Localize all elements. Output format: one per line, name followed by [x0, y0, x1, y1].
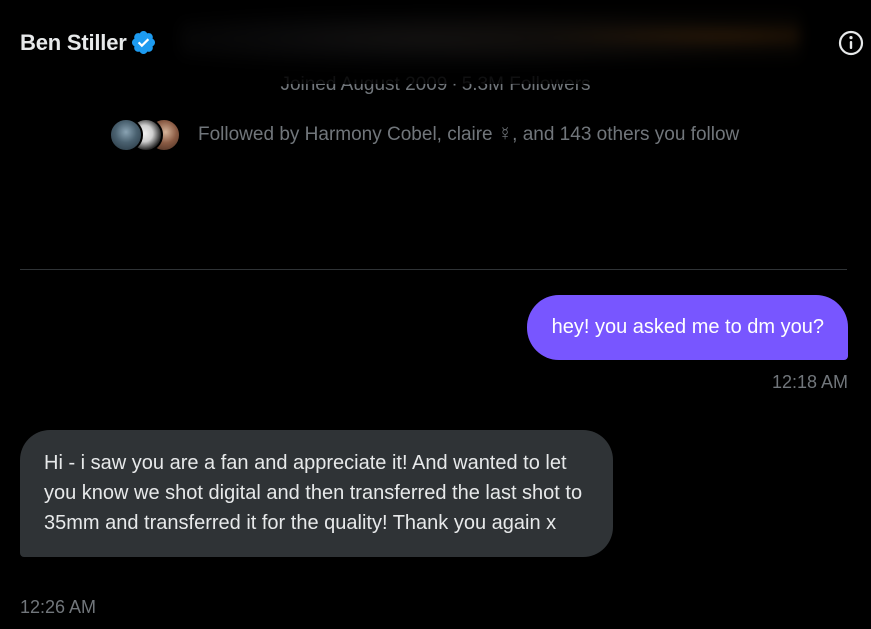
- header-banner-blur: [180, 8, 800, 70]
- followed-by-row[interactable]: Followed by Harmony Cobel, claire ☿, and…: [109, 118, 739, 152]
- incoming-message-bubble[interactable]: Hi - i saw you are a fan and appreciate …: [20, 430, 613, 557]
- message-timestamp: 12:18 AM: [771, 372, 848, 392]
- follower-avatars: [109, 118, 181, 152]
- conversation-header: Ben Stiller: [0, 0, 871, 84]
- contact-name[interactable]: Ben Stiller: [20, 30, 127, 56]
- info-icon[interactable]: [836, 28, 866, 58]
- followed-by-text: Followed by Harmony Cobel, claire ☿, and…: [198, 124, 740, 145]
- message-timestamp: 12:26 AM: [20, 597, 97, 617]
- verified-badge-icon: [131, 30, 155, 55]
- dm-conversation: Joined August 2009 · 5.3M Followers Ben St…: [0, 0, 871, 629]
- outgoing-message-bubble[interactable]: hey! you asked me to dm you?: [526, 295, 848, 360]
- conversation-title[interactable]: Ben Stiller: [20, 29, 157, 56]
- avatar: [109, 118, 143, 152]
- divider: [20, 269, 847, 270]
